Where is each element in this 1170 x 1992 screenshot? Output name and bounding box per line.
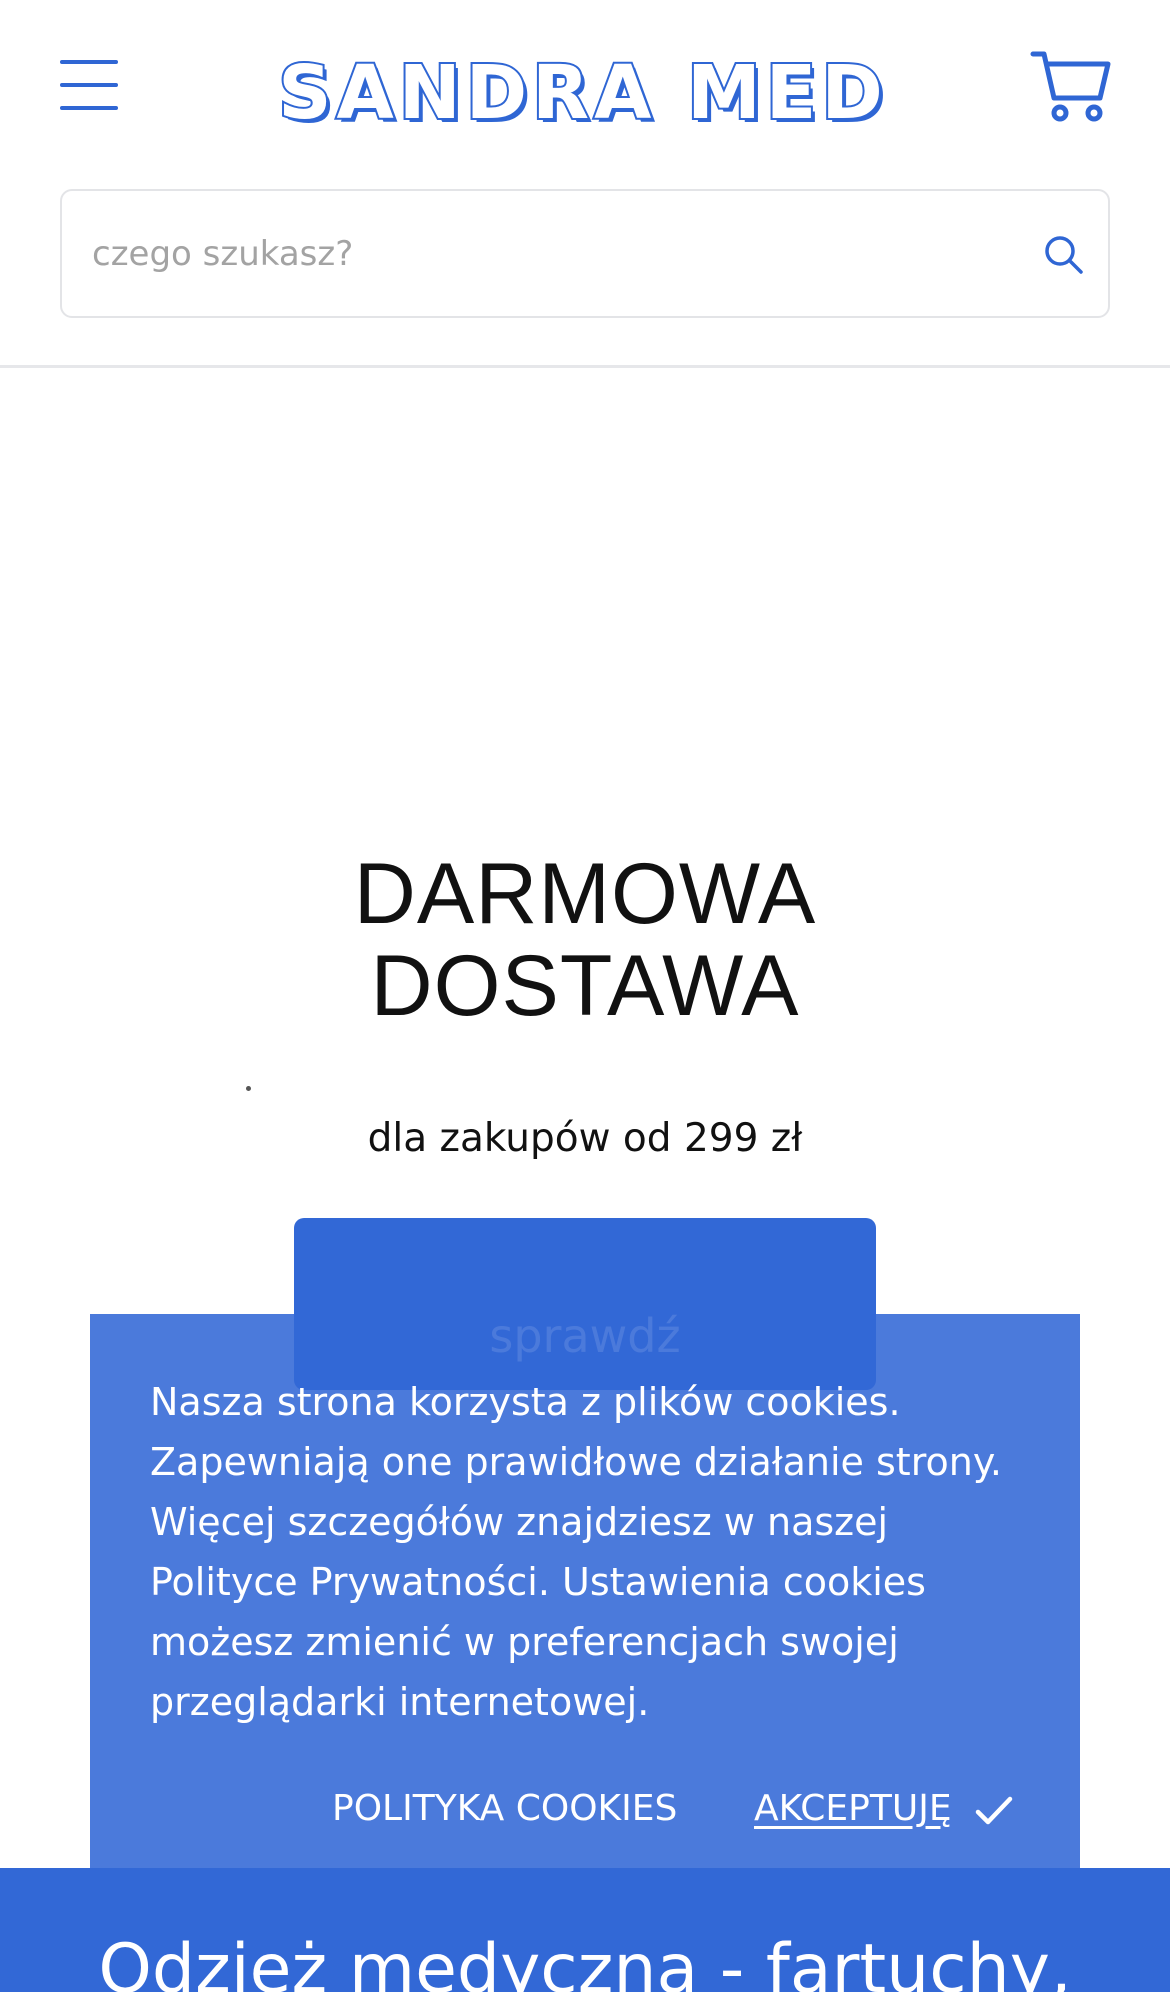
check-icon[interactable] [974, 1794, 1014, 1828]
hero-title: DARMOWA DOSTAWA [0, 848, 1170, 1032]
search-input[interactable] [92, 191, 992, 316]
logo-graphic: SANDRA MED SANDRA MED [278, 48, 888, 128]
category-section: Odzież medyczna - fartuchy, [0, 1868, 1170, 1992]
search-icon[interactable] [1042, 233, 1086, 277]
menu-bar [60, 60, 118, 64]
hero-title-line: DOSTAWA [370, 938, 800, 1034]
site-logo[interactable]: SANDRA MED SANDRA MED [278, 48, 888, 128]
hamburger-menu-icon[interactable] [60, 58, 118, 112]
hero-subtitle: dla zakupów od 299 zł [367, 1116, 803, 1161]
site-header: SANDRA MED SANDRA MED [0, 0, 1170, 368]
logo-text: SANDRA MED [278, 50, 888, 128]
hero-title-line: DARMOWA [353, 846, 817, 942]
section-heading: Odzież medyczna - fartuchy, [98, 1930, 1072, 1992]
search-box [60, 189, 1110, 318]
shopping-cart-icon[interactable] [1030, 50, 1112, 122]
carousel-dot [246, 1086, 251, 1091]
cookie-policy-link[interactable]: POLITYKA COOKIES [332, 1786, 677, 1832]
accept-cookies-button[interactable]: AKCEPTUJĘ [754, 1786, 952, 1832]
menu-bar [60, 106, 118, 110]
cookie-banner: Nasza strona korzysta z plików cookies. … [90, 1314, 1080, 1872]
menu-bar [60, 83, 118, 87]
cookie-banner-text: Nasza strona korzysta z plików cookies. … [150, 1380, 1002, 1724]
